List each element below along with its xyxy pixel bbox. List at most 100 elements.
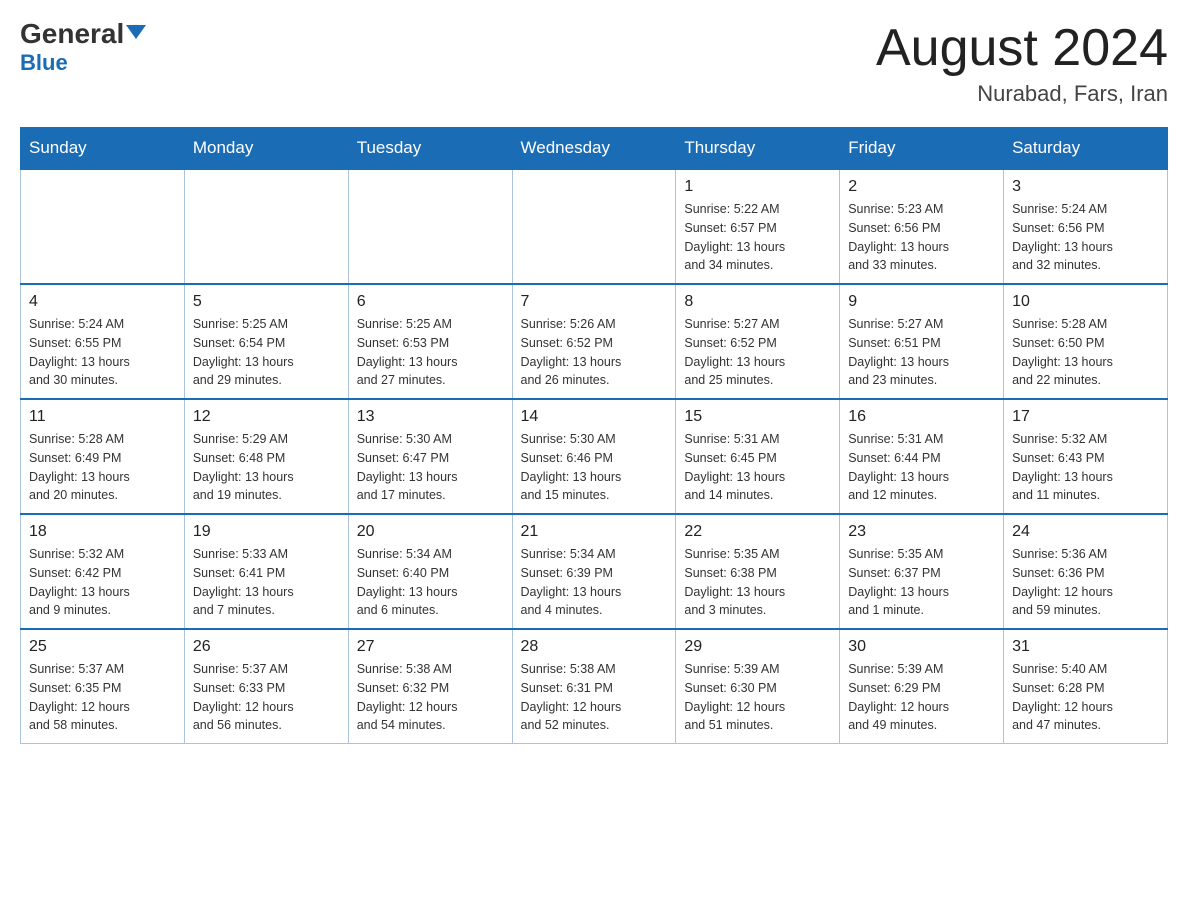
calendar-cell: 8Sunrise: 5:27 AMSunset: 6:52 PMDaylight… bbox=[676, 284, 840, 399]
day-number: 29 bbox=[684, 638, 831, 656]
calendar-cell: 26 Sunrise: 5:37 AMSunset: 6:33 PMDayligh… bbox=[184, 629, 348, 744]
day-info: Sunrise: 5:28 AMSunset: 6:50 PMDaylight:… bbox=[1012, 315, 1159, 390]
day-number: 30 bbox=[848, 638, 995, 656]
day-info: Sunrise: 5:38 AMSunset: 6:32 PMDaylight:… bbox=[357, 660, 504, 735]
day-info: Sunrise: 5:33 AMSunset: 6:41 PMDaylight:… bbox=[193, 545, 340, 620]
calendar-cell: 9 Sunrise: 5:27 AMSunset: 6:51 PMDaylight… bbox=[840, 284, 1004, 399]
day-info: Sunrise: 5:24 AMSunset: 6:55 PMDaylight:… bbox=[29, 315, 176, 390]
calendar-cell: 31Sunrise: 5:40 AMSunset: 6:28 PMDayligh… bbox=[1004, 629, 1168, 744]
day-info: Sunrise: 5:30 AMSunset: 6:46 PMDaylight:… bbox=[521, 430, 668, 505]
day-info: Sunrise: 5:34 AMSunset: 6:40 PMDaylight:… bbox=[357, 545, 504, 620]
page-header: General Blue August 2024 Nurabad, Fars, … bbox=[20, 20, 1168, 107]
calendar-cell: 6 Sunrise: 5:25 AMSunset: 6:53 PMDaylight… bbox=[348, 284, 512, 399]
day-info: Sunrise: 5:37 AMSunset: 6:33 PMDaylight:… bbox=[193, 660, 340, 735]
day-info: Sunrise: 5:39 AMSunset: 6:29 PMDaylight:… bbox=[848, 660, 995, 735]
calendar-cell: 15 Sunrise: 5:31 AMSunset: 6:45 PMDayligh… bbox=[676, 399, 840, 514]
day-number: 5 bbox=[193, 293, 340, 311]
calendar-cell: 1 Sunrise: 5:22 AMSunset: 6:57 PMDaylight… bbox=[676, 169, 840, 284]
calendar-cell: 20Sunrise: 5:34 AMSunset: 6:40 PMDayligh… bbox=[348, 514, 512, 629]
day-number: 4 bbox=[29, 293, 176, 311]
day-info: Sunrise: 5:27 AMSunset: 6:51 PMDaylight:… bbox=[848, 315, 995, 390]
day-info: Sunrise: 5:22 AMSunset: 6:57 PMDaylight:… bbox=[684, 200, 831, 275]
calendar-cell: 12Sunrise: 5:29 AMSunset: 6:48 PMDayligh… bbox=[184, 399, 348, 514]
day-number: 16 bbox=[848, 408, 995, 426]
calendar-cell bbox=[21, 169, 185, 284]
day-number: 1 bbox=[684, 178, 831, 196]
day-number: 18 bbox=[29, 523, 176, 541]
day-info: Sunrise: 5:38 AMSunset: 6:31 PMDaylight:… bbox=[521, 660, 668, 735]
calendar-cell: 28Sunrise: 5:38 AMSunset: 6:31 PMDayligh… bbox=[512, 629, 676, 744]
day-info: Sunrise: 5:24 AMSunset: 6:56 PMDaylight:… bbox=[1012, 200, 1159, 275]
header-wednesday: Wednesday bbox=[512, 128, 676, 170]
day-number: 21 bbox=[521, 523, 668, 541]
calendar-cell: 27 Sunrise: 5:38 AMSunset: 6:32 PMDayligh… bbox=[348, 629, 512, 744]
day-info: Sunrise: 5:35 AMSunset: 6:37 PMDaylight:… bbox=[848, 545, 995, 620]
day-number: 26 bbox=[193, 638, 340, 656]
logo-triangle-icon bbox=[126, 25, 146, 39]
calendar-cell: 7 Sunrise: 5:26 AMSunset: 6:52 PMDaylight… bbox=[512, 284, 676, 399]
day-number: 6 bbox=[357, 293, 504, 311]
week-row-3: 11Sunrise: 5:28 AMSunset: 6:49 PMDayligh… bbox=[21, 399, 1168, 514]
day-info: Sunrise: 5:37 AMSunset: 6:35 PMDaylight:… bbox=[29, 660, 176, 735]
day-number: 23 bbox=[848, 523, 995, 541]
day-info: Sunrise: 5:36 AMSunset: 6:36 PMDaylight:… bbox=[1012, 545, 1159, 620]
day-info: Sunrise: 5:25 AMSunset: 6:54 PMDaylight:… bbox=[193, 315, 340, 390]
calendar-cell: 11Sunrise: 5:28 AMSunset: 6:49 PMDayligh… bbox=[21, 399, 185, 514]
header-monday: Monday bbox=[184, 128, 348, 170]
calendar-cell bbox=[348, 169, 512, 284]
calendar-cell: 25 Sunrise: 5:37 AMSunset: 6:35 PMDayligh… bbox=[21, 629, 185, 744]
calendar-cell: 30 Sunrise: 5:39 AMSunset: 6:29 PMDayligh… bbox=[840, 629, 1004, 744]
calendar-cell bbox=[512, 169, 676, 284]
day-info: Sunrise: 5:40 AMSunset: 6:28 PMDaylight:… bbox=[1012, 660, 1159, 735]
day-number: 7 bbox=[521, 293, 668, 311]
calendar-cell: 21Sunrise: 5:34 AMSunset: 6:39 PMDayligh… bbox=[512, 514, 676, 629]
calendar-cell: 22 Sunrise: 5:35 AMSunset: 6:38 PMDayligh… bbox=[676, 514, 840, 629]
calendar-cell: 5 Sunrise: 5:25 AMSunset: 6:54 PMDaylight… bbox=[184, 284, 348, 399]
day-number: 10 bbox=[1012, 293, 1159, 311]
calendar-cell: 2Sunrise: 5:23 AMSunset: 6:56 PMDaylight… bbox=[840, 169, 1004, 284]
day-number: 12 bbox=[193, 408, 340, 426]
calendar-title: August 2024 bbox=[876, 20, 1168, 77]
day-number: 15 bbox=[684, 408, 831, 426]
day-info: Sunrise: 5:26 AMSunset: 6:52 PMDaylight:… bbox=[521, 315, 668, 390]
day-number: 24 bbox=[1012, 523, 1159, 541]
calendar-cell: 23 Sunrise: 5:35 AMSunset: 6:37 PMDayligh… bbox=[840, 514, 1004, 629]
day-number: 19 bbox=[193, 523, 340, 541]
calendar-cell: 17 Sunrise: 5:32 AMSunset: 6:43 PMDayligh… bbox=[1004, 399, 1168, 514]
logo: General Blue bbox=[20, 20, 146, 76]
logo-general: General bbox=[20, 20, 146, 48]
day-info: Sunrise: 5:25 AMSunset: 6:53 PMDaylight:… bbox=[357, 315, 504, 390]
day-info: Sunrise: 5:32 AMSunset: 6:42 PMDaylight:… bbox=[29, 545, 176, 620]
calendar-cell: 13Sunrise: 5:30 AMSunset: 6:47 PMDayligh… bbox=[348, 399, 512, 514]
week-row-1: 1 Sunrise: 5:22 AMSunset: 6:57 PMDaylight… bbox=[21, 169, 1168, 284]
day-info: Sunrise: 5:27 AMSunset: 6:52 PMDaylight:… bbox=[684, 315, 831, 390]
calendar-cell: 16 Sunrise: 5:31 AMSunset: 6:44 PMDayligh… bbox=[840, 399, 1004, 514]
weekday-header-row: Sunday Monday Tuesday Wednesday Thursday… bbox=[21, 128, 1168, 170]
day-info: Sunrise: 5:31 AMSunset: 6:44 PMDaylight:… bbox=[848, 430, 995, 505]
day-number: 27 bbox=[357, 638, 504, 656]
week-row-2: 4 Sunrise: 5:24 AMSunset: 6:55 PMDaylight… bbox=[21, 284, 1168, 399]
day-number: 2 bbox=[848, 178, 995, 196]
calendar-cell bbox=[184, 169, 348, 284]
day-info: Sunrise: 5:31 AMSunset: 6:45 PMDaylight:… bbox=[684, 430, 831, 505]
day-info: Sunrise: 5:28 AMSunset: 6:49 PMDaylight:… bbox=[29, 430, 176, 505]
header-sunday: Sunday bbox=[21, 128, 185, 170]
day-number: 9 bbox=[848, 293, 995, 311]
calendar-cell: 10 Sunrise: 5:28 AMSunset: 6:50 PMDayligh… bbox=[1004, 284, 1168, 399]
calendar-table: Sunday Monday Tuesday Wednesday Thursday… bbox=[20, 127, 1168, 744]
day-number: 25 bbox=[29, 638, 176, 656]
day-number: 14 bbox=[521, 408, 668, 426]
calendar-cell: 4 Sunrise: 5:24 AMSunset: 6:55 PMDaylight… bbox=[21, 284, 185, 399]
day-number: 22 bbox=[684, 523, 831, 541]
week-row-5: 25 Sunrise: 5:37 AMSunset: 6:35 PMDayligh… bbox=[21, 629, 1168, 744]
day-info: Sunrise: 5:35 AMSunset: 6:38 PMDaylight:… bbox=[684, 545, 831, 620]
calendar-cell: 29 Sunrise: 5:39 AMSunset: 6:30 PMDayligh… bbox=[676, 629, 840, 744]
calendar-cell: 19 Sunrise: 5:33 AMSunset: 6:41 PMDayligh… bbox=[184, 514, 348, 629]
day-info: Sunrise: 5:39 AMSunset: 6:30 PMDaylight:… bbox=[684, 660, 831, 735]
calendar-cell: 18 Sunrise: 5:32 AMSunset: 6:42 PMDayligh… bbox=[21, 514, 185, 629]
header-thursday: Thursday bbox=[676, 128, 840, 170]
logo-blue: Blue bbox=[20, 50, 68, 76]
day-number: 17 bbox=[1012, 408, 1159, 426]
day-number: 13 bbox=[357, 408, 504, 426]
day-info: Sunrise: 5:32 AMSunset: 6:43 PMDaylight:… bbox=[1012, 430, 1159, 505]
